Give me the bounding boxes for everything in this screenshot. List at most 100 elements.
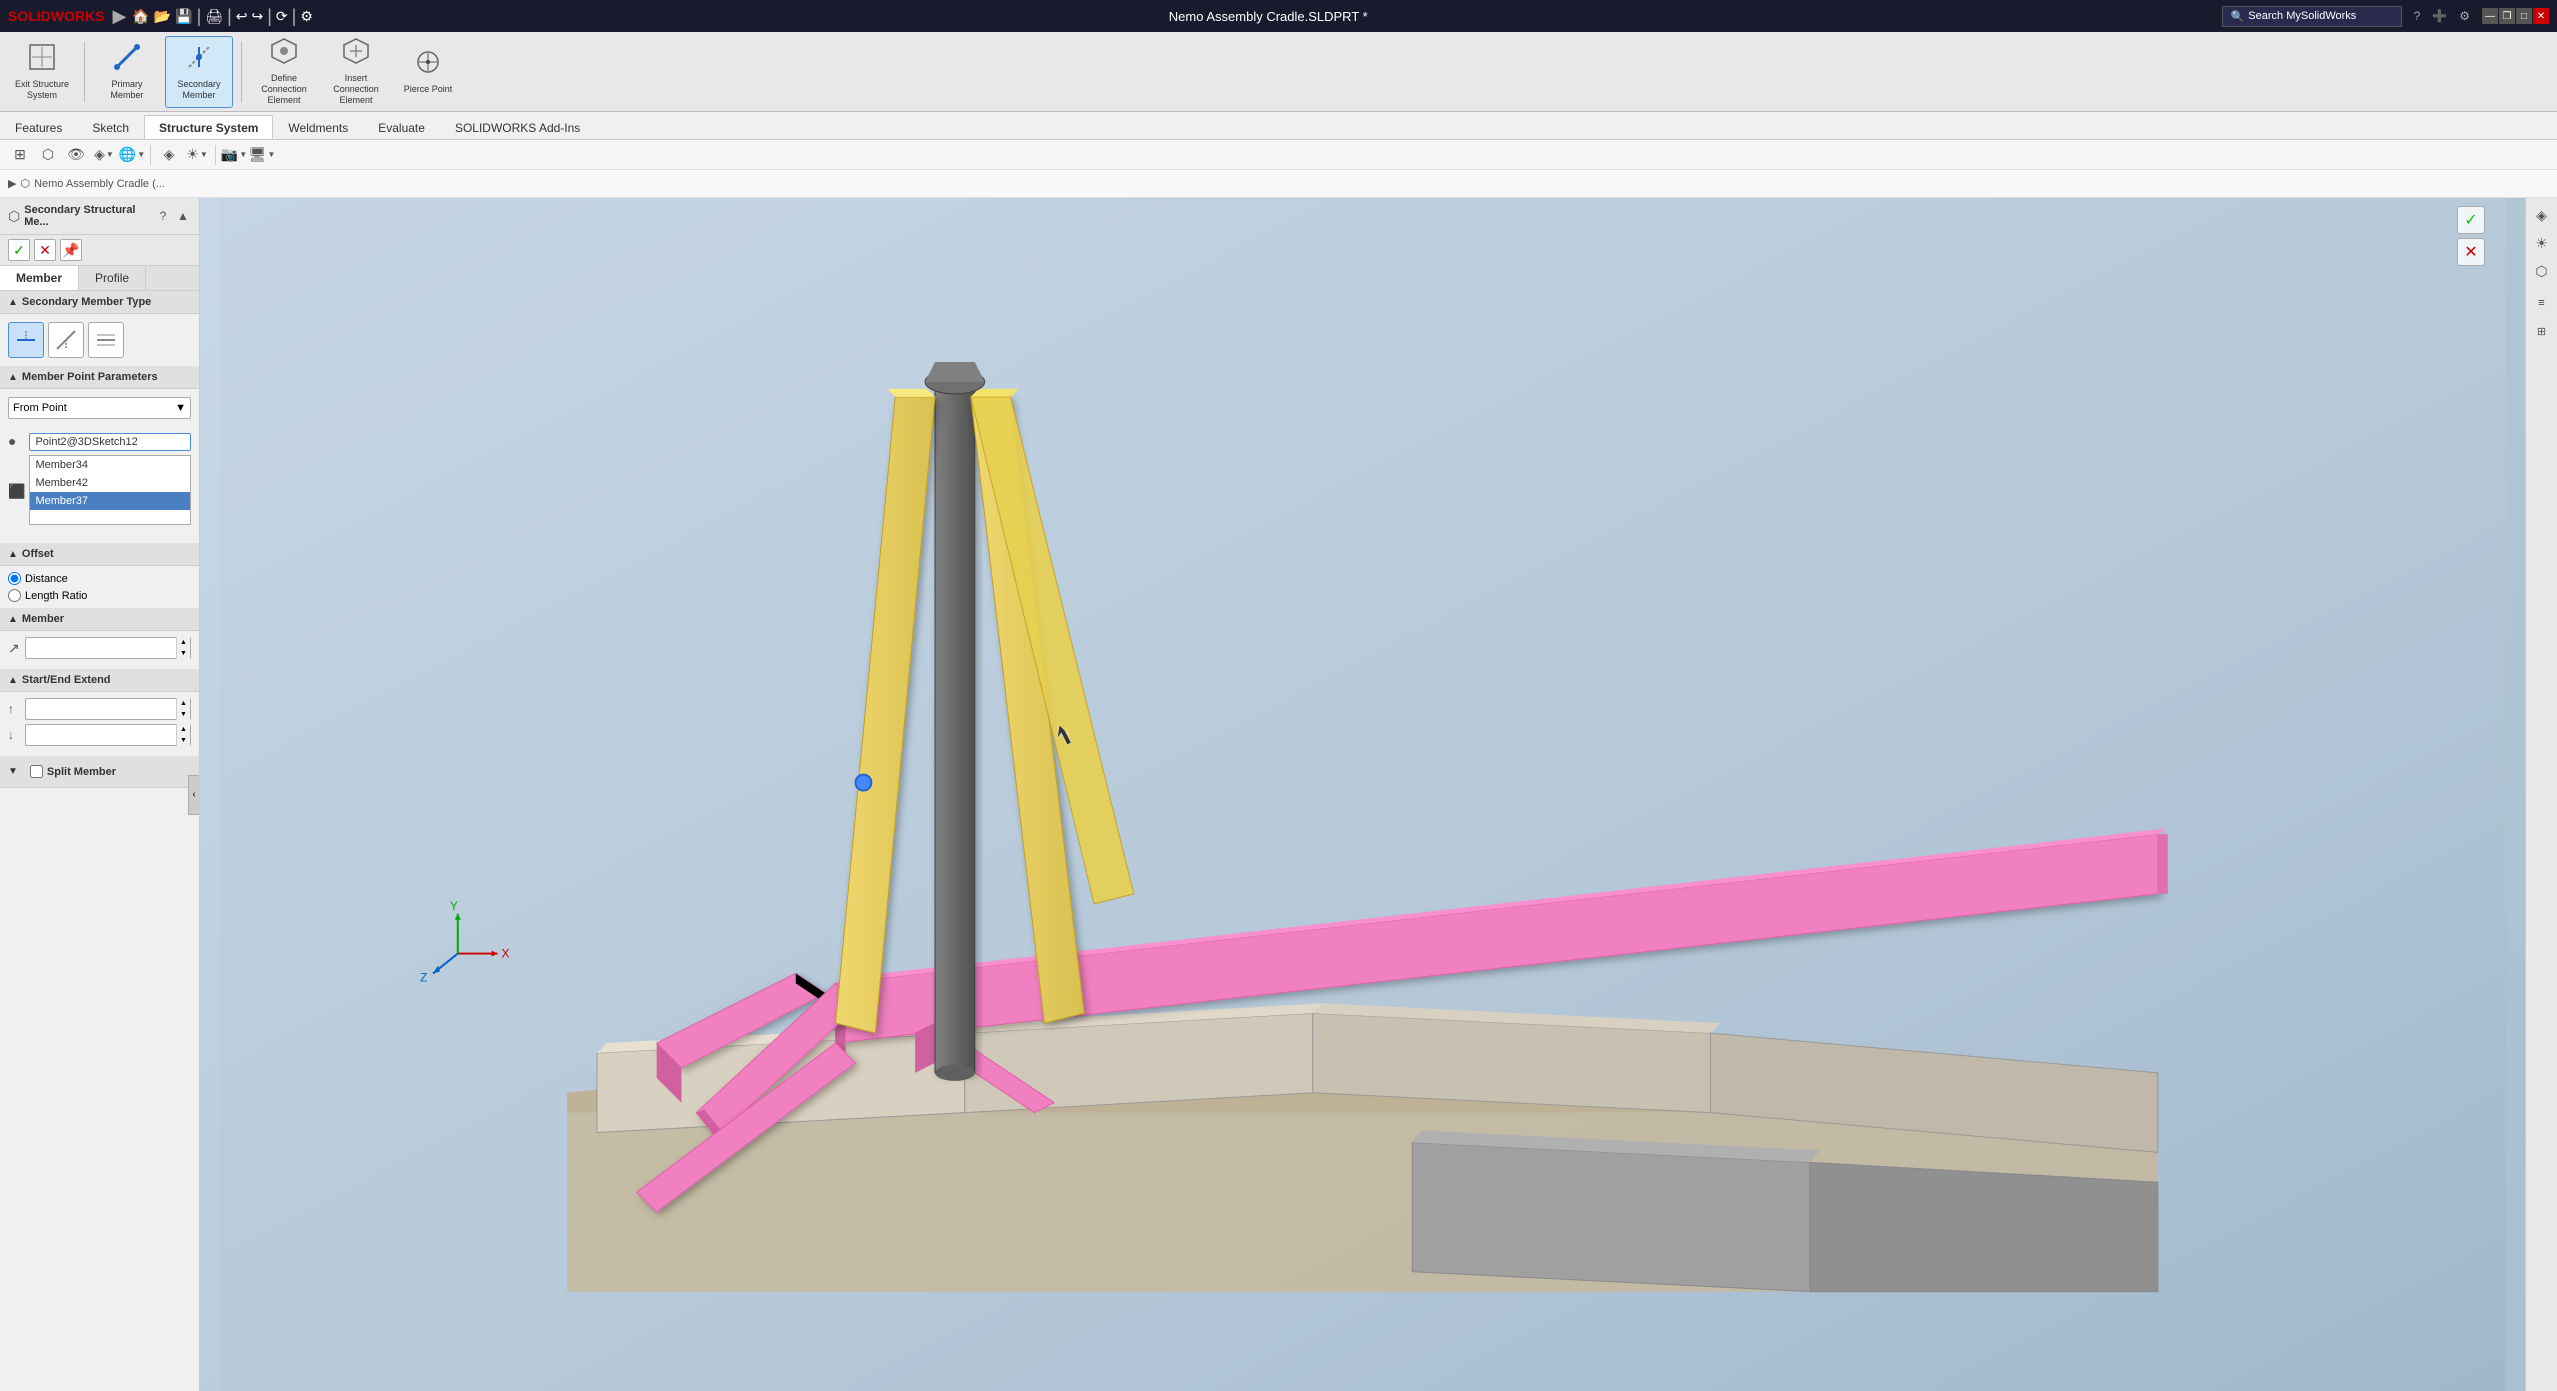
decals-button[interactable]: ⬡ xyxy=(2529,258,2555,284)
member-point-params-header[interactable]: ▲ Member Point Parameters xyxy=(0,366,199,389)
tab-profile[interactable]: Profile xyxy=(79,266,146,290)
app-logo: SOLIDWORKS xyxy=(8,8,104,24)
primary-member-button[interactable]: Primary Member xyxy=(93,36,161,108)
end-extend-field[interactable]: 0.00mm xyxy=(26,729,176,741)
panel-title: Secondary Structural Me... xyxy=(24,204,151,228)
secondary-member-button[interactable]: Secondary Member xyxy=(165,36,233,108)
member-item-34[interactable]: Member34 xyxy=(30,456,190,474)
split-member-header[interactable]: ▼ Split Member xyxy=(0,756,199,788)
secondary-member-type-header[interactable]: ▲ Secondary Member Type xyxy=(0,291,199,314)
member-item-37[interactable]: Member37 xyxy=(30,492,190,510)
type-btn-2[interactable] xyxy=(48,322,84,358)
point-input-field[interactable]: Point2@3DSketch12 xyxy=(29,433,191,451)
point-select-icon[interactable]: ● xyxy=(8,433,25,449)
end-extend-input[interactable]: 0.00mm ▲ ▼ xyxy=(25,724,191,746)
save-icon[interactable]: 💾 xyxy=(175,8,192,25)
distance-radio[interactable] xyxy=(8,572,21,585)
distance-label: Distance xyxy=(25,573,68,585)
tab-row: Member Profile xyxy=(0,266,199,291)
new-file-icon[interactable]: 🏠 xyxy=(132,8,149,25)
define-connection-label: Define Connection Element xyxy=(255,73,313,105)
restore-button[interactable]: ❐ xyxy=(2499,8,2515,24)
help-icon[interactable]: ? xyxy=(2414,9,2421,23)
length-ratio-radio[interactable] xyxy=(8,589,21,602)
end-extend-icon: ↓ xyxy=(8,728,21,742)
left-panel: ⬡ Secondary Structural Me... ? ▲ ✓ ✕ 📌 M… xyxy=(0,198,200,1391)
type-btn-3[interactable] xyxy=(88,322,124,358)
start-end-extend-label: Start/End Extend xyxy=(22,674,111,686)
tab-solidworks-addins[interactable]: SOLIDWORKS Add-Ins xyxy=(440,115,595,139)
pierce-point-label: Pierce Point xyxy=(404,84,453,95)
view-appearance-btn[interactable]: ◈ xyxy=(157,143,181,167)
tab-features[interactable]: Features xyxy=(0,115,77,139)
split-member-checkbox[interactable] xyxy=(30,765,43,778)
member-value-input[interactable]: 466.9083707mm ▲ ▼ xyxy=(25,637,191,659)
start-spin-up[interactable]: ▲ xyxy=(177,698,190,709)
tab-weldments[interactable]: Weldments xyxy=(273,115,363,139)
start-extend-input[interactable]: 0.00mm ▲ ▼ xyxy=(25,698,191,720)
start-spin-down[interactable]: ▼ xyxy=(177,709,190,720)
tab-sketch[interactable]: Sketch xyxy=(77,115,144,139)
view-display-btn[interactable]: ◈▼ xyxy=(92,143,116,167)
viewport: X Y Z ✓ ✕ xyxy=(200,198,2525,1391)
member-spin-down[interactable]: ▼ xyxy=(177,648,190,659)
type-btn-1[interactable] xyxy=(8,322,44,358)
panel-expand-icon[interactable]: ▲ xyxy=(175,208,191,224)
view-snapshot-btn[interactable]: 🖥▼ xyxy=(250,143,274,167)
svg-text:Z: Z xyxy=(420,970,427,984)
close-button[interactable]: ✕ xyxy=(2533,8,2549,24)
view-camera-btn[interactable]: 📷▼ xyxy=(222,143,246,167)
exit-structure-button[interactable]: Exit Structure System xyxy=(8,36,76,108)
redo-icon[interactable]: ↪ xyxy=(252,8,264,25)
scene-button[interactable]: ☀ xyxy=(2529,230,2555,256)
rebuild-icon[interactable]: ⟳ xyxy=(276,8,288,25)
options-icon[interactable]: ⚙ xyxy=(300,8,313,25)
split-member-label: Split Member xyxy=(47,766,116,778)
appearance-button[interactable]: ◈ xyxy=(2529,202,2555,228)
cancel-button[interactable]: ✕ xyxy=(34,239,56,261)
offset-header[interactable]: ▲ Offset xyxy=(0,543,199,566)
from-point-dropdown[interactable]: From Point ▼ xyxy=(8,397,191,419)
view-section-btn[interactable]: ⬡ xyxy=(36,143,60,167)
view-scene-btn[interactable]: 🌐▼ xyxy=(120,143,144,167)
member-item-42[interactable]: Member42 xyxy=(30,474,190,492)
pierce-point-button[interactable]: Pierce Point xyxy=(394,36,462,108)
panel-help-icon[interactable]: ? xyxy=(155,208,171,224)
print-icon[interactable]: 🖨 xyxy=(205,8,223,25)
split-member-row[interactable]: Split Member xyxy=(22,761,124,782)
menu-tabs: Features Sketch Structure System Weldmen… xyxy=(0,112,2557,140)
tab-member[interactable]: Member xyxy=(0,266,79,290)
ok-button[interactable]: ✓ xyxy=(8,239,30,261)
start-end-extend-header[interactable]: ▲ Start/End Extend xyxy=(0,669,199,692)
open-icon[interactable]: 📂 xyxy=(154,8,171,25)
undo-icon[interactable]: ↩ xyxy=(236,8,248,25)
svg-text:X: X xyxy=(502,947,510,961)
minimize-button[interactable]: — xyxy=(2482,8,2498,24)
define-connection-button[interactable]: Define Connection Element xyxy=(250,36,318,108)
insert-connection-button[interactable]: Insert Connection Element xyxy=(322,36,390,108)
viewport-ok-button[interactable]: ✓ xyxy=(2457,206,2485,234)
pin-button[interactable]: 📌 xyxy=(60,239,82,261)
view-orientation-btn[interactable]: ⊞ xyxy=(8,143,32,167)
view-lights-btn[interactable]: ☀▼ xyxy=(185,143,209,167)
tab-structure-system[interactable]: Structure System xyxy=(144,115,273,139)
solidworks-resources-button[interactable]: ⊞ xyxy=(2529,318,2555,344)
member-select-icon[interactable]: ⬛ xyxy=(8,483,25,500)
minimize-icon[interactable]: ➕ xyxy=(2432,9,2447,23)
viewport-cancel-button[interactable]: ✕ xyxy=(2457,238,2485,266)
settings2-icon[interactable]: ⚙ xyxy=(2459,9,2470,23)
member-section-header[interactable]: ▲ Member xyxy=(0,608,199,631)
display-manager-button[interactable]: ≡ xyxy=(2529,290,2555,316)
search-bar[interactable]: 🔍 Search MySolidWorks xyxy=(2222,6,2402,27)
start-extend-field[interactable]: 0.00mm xyxy=(26,703,176,715)
insert-connection-label: Insert Connection Element xyxy=(327,73,385,105)
member-value-field[interactable]: 466.9083707mm xyxy=(26,642,176,654)
end-spin-up[interactable]: ▲ xyxy=(177,724,190,735)
member-spin-up[interactable]: ▲ xyxy=(177,637,190,648)
panel-collapse-button[interactable]: ‹ xyxy=(188,775,200,815)
define-connection-icon xyxy=(270,37,298,71)
maximize-button[interactable]: □ xyxy=(2516,8,2532,24)
tab-evaluate[interactable]: Evaluate xyxy=(363,115,440,139)
end-spin-down[interactable]: ▼ xyxy=(177,735,190,746)
view-hide-btn[interactable]: 👁 xyxy=(64,143,88,167)
